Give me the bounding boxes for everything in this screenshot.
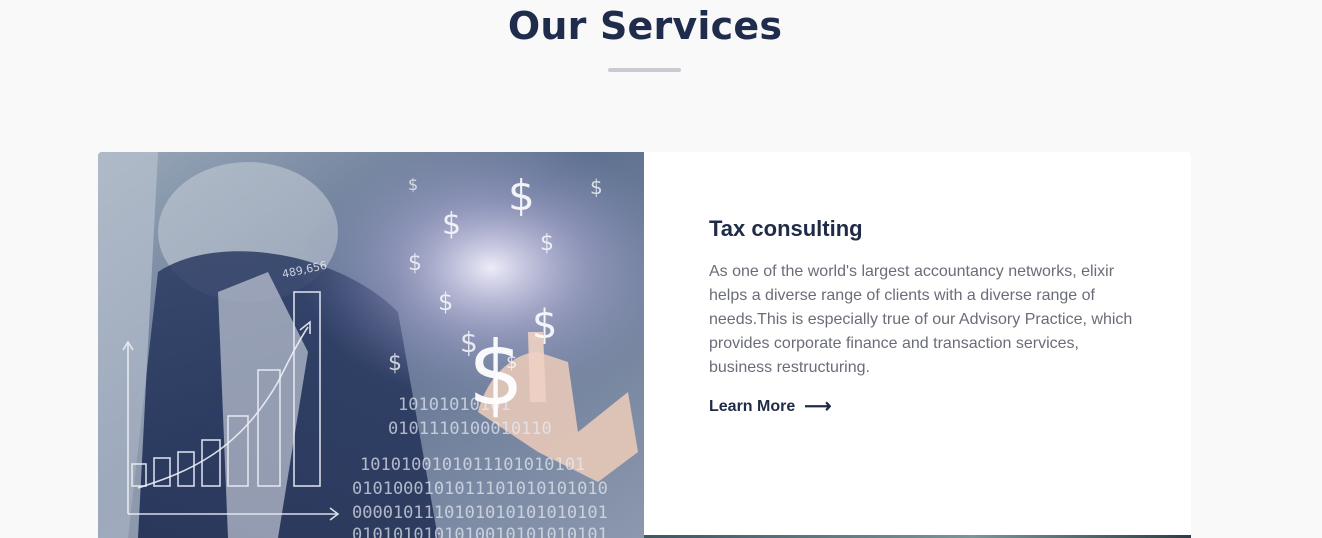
svg-text:$: $ — [506, 352, 517, 373]
svg-text:$: $ — [388, 351, 402, 376]
service-card-description: As one of the world's largest accountanc… — [709, 263, 1133, 376]
title-underline — [608, 68, 681, 72]
svg-text:$: $ — [438, 288, 453, 316]
service-card-body: Tax consulting As one of the world's lar… — [709, 214, 1134, 416]
service-card-heading: Tax consulting — [709, 216, 863, 241]
svg-text:$: $ — [408, 175, 418, 194]
service-card: 10101010101 0101110100010110 10101001010… — [98, 152, 1191, 538]
svg-text:0101000101011101010101010: 0101000101011101010101010 — [352, 479, 608, 499]
svg-text:$: $ — [590, 175, 603, 199]
svg-text:$: $ — [442, 207, 461, 242]
arrow-right-icon: ⟶ — [804, 396, 832, 417]
svg-text:$: $ — [408, 251, 422, 276]
svg-text:$: $ — [508, 171, 535, 220]
svg-text:$: $ — [532, 302, 557, 348]
section-title: Our Services — [507, 4, 783, 48]
finance-growth-image: 10101010101 0101110100010110 10101001010… — [98, 152, 644, 538]
svg-text:$: $ — [540, 231, 554, 256]
svg-text:$: $ — [460, 326, 478, 359]
svg-text:0101010101010010101010101: 0101010101010010101010101 — [352, 525, 608, 538]
services-section: Our Services 10101010101 010111010001011… — [0, 0, 1322, 538]
learn-more-link[interactable]: Learn More ⟶ — [709, 396, 832, 417]
svg-text:0000101110101010101010101: 0000101110101010101010101 — [352, 503, 608, 523]
learn-more-label: Learn More — [709, 398, 796, 415]
service-card-image: 10101010101 0101110100010110 10101001010… — [98, 152, 644, 538]
svg-text:1010100101011101010101: 1010100101011101010101 — [360, 455, 585, 475]
